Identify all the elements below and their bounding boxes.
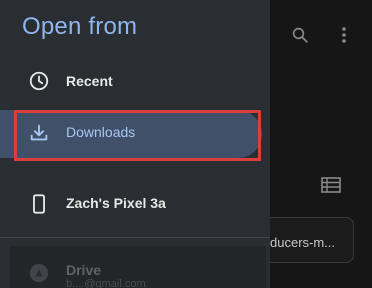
drawer-item-label: Recent [66, 73, 113, 89]
drawer-item-label: Zach's Pixel 3a [66, 195, 166, 211]
clock-icon [29, 71, 49, 91]
drawer-item-device[interactable]: Zach's Pixel 3a [0, 180, 270, 228]
file-card-name: ducers-m... [270, 235, 336, 250]
drawer-item-recent[interactable]: Recent [0, 58, 270, 106]
drive-account: b....@gmail.com [66, 278, 146, 288]
drawer-divider [0, 237, 270, 238]
phone-icon [33, 194, 45, 214]
drive-icon [29, 263, 49, 283]
drawer-title: Open from [22, 13, 138, 40]
search-icon[interactable] [291, 26, 309, 44]
annotation-highlight-box [14, 110, 261, 161]
more-vert-icon[interactable] [339, 25, 349, 45]
list-view-icon[interactable] [321, 177, 341, 193]
drive-label: Drive [66, 262, 102, 278]
open-from-drawer: Open from Recent Downloads Zach's Pixel … [0, 0, 270, 288]
